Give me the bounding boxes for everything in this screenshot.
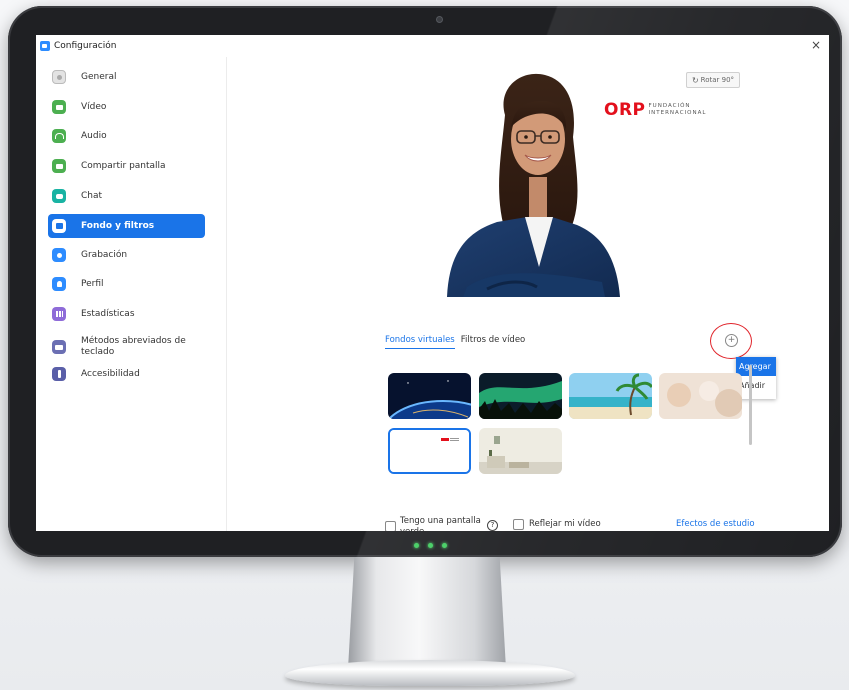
sidebar-item-label: General: [81, 71, 117, 82]
status-leds: [414, 543, 447, 548]
monitor-base: [285, 660, 575, 686]
zoom-app-icon: [40, 41, 50, 51]
webcam-dot: [436, 16, 443, 23]
menu-item-add-video[interactable]: Añadir: [736, 376, 776, 395]
sidebar-item-profile[interactable]: Perfil: [48, 272, 205, 296]
chat-icon: [52, 189, 66, 203]
background-thumb-office[interactable]: [479, 428, 562, 474]
logo-mark: ORP: [604, 100, 646, 120]
sidebar-item-background[interactable]: Fondo y filtros: [48, 214, 205, 238]
sidebar-item-label: Grabación: [81, 249, 128, 260]
mirror-video-checkbox[interactable]: [513, 519, 524, 530]
sidebar-item-label: Perfil: [81, 278, 104, 289]
gear-icon: [52, 70, 66, 84]
sidebar-item-label: Accesibilidad: [81, 368, 140, 379]
orp-logo: ORP FUNDACIÓN INTERNACIONAL: [604, 100, 706, 120]
background-settings-panel: ↻ Rotar 90° ORP FUNDACIÓN INTERNACIONAL …: [227, 57, 829, 531]
stats-icon: [52, 307, 66, 321]
sidebar-item-chat[interactable]: Chat: [48, 184, 205, 208]
add-background-button[interactable]: +: [725, 334, 738, 347]
video-icon: [52, 100, 66, 114]
sidebar-item-video[interactable]: Vídeo: [48, 95, 205, 119]
close-button[interactable]: ×: [811, 38, 821, 52]
settings-sidebar: General Vídeo Audio Compartir pantalla C…: [36, 57, 227, 531]
add-background-menu: Agregar Añadir: [736, 357, 776, 399]
sidebar-item-label: Compartir pantalla: [81, 160, 166, 171]
headphones-icon: [52, 129, 66, 143]
title-bar: Configuración ×: [36, 35, 829, 57]
logo-sub-line-1: FUNDACIÓN: [648, 103, 691, 109]
status-led: [442, 543, 447, 548]
help-icon[interactable]: ?: [487, 520, 498, 531]
sidebar-item-recording[interactable]: Grabación: [48, 243, 205, 267]
background-thumb-beach[interactable]: [569, 373, 652, 419]
sidebar-item-share-screen[interactable]: Compartir pantalla: [48, 154, 205, 178]
profile-icon: [52, 277, 66, 291]
sidebar-item-accessibility[interactable]: Accesibilidad: [48, 362, 205, 386]
sidebar-item-label: Fondo y filtros: [81, 220, 155, 231]
tab-video-filters[interactable]: Filtros de vídeo: [461, 335, 526, 349]
sidebar-item-shortcuts[interactable]: Métodos abreviados de teclado: [48, 334, 205, 360]
sidebar-item-label: Estadísticas: [81, 308, 135, 319]
rotate-label: Rotar 90°: [700, 76, 735, 84]
record-icon: [52, 248, 66, 262]
keyboard-icon: [52, 340, 66, 354]
sidebar-item-label: Vídeo: [81, 101, 107, 112]
green-screen-label: Tengo una pantalla verde: [400, 516, 481, 531]
sidebar-item-audio[interactable]: Audio: [48, 124, 205, 148]
share-screen-icon: [52, 159, 66, 173]
background-thumb-aurora[interactable]: [479, 373, 562, 419]
status-led: [414, 543, 419, 548]
rotate-icon: ↻: [691, 75, 699, 85]
background-thumb-blur[interactable]: [659, 373, 742, 419]
background-tabs: Fondos virtuales Filtros de vídeo: [385, 335, 525, 349]
studio-effects-link[interactable]: Efectos de estudio: [676, 519, 755, 529]
window-title: Configuración: [54, 41, 117, 51]
rotate-button[interactable]: ↻ Rotar 90°: [686, 72, 740, 88]
menu-item-add-image[interactable]: Agregar: [736, 357, 776, 376]
mirror-video-label: Reflejar mi vídeo: [529, 519, 601, 529]
green-screen-checkbox[interactable]: [385, 521, 396, 531]
thumbnails-scrollbar[interactable]: [749, 365, 752, 445]
accessibility-icon: [52, 367, 66, 381]
background-thumb-orp-logo[interactable]: [388, 428, 471, 474]
sidebar-item-general[interactable]: General: [48, 65, 205, 89]
status-led: [428, 543, 433, 548]
monitor-neck: [348, 557, 506, 669]
background-icon: [52, 219, 66, 233]
sidebar-item-label: Chat: [81, 190, 103, 201]
logo-sub-line-2: INTERNACIONAL: [648, 110, 707, 116]
sidebar-item-label: Audio: [81, 130, 107, 141]
sidebar-item-statistics[interactable]: Estadísticas: [48, 302, 205, 326]
sidebar-item-label: Métodos abreviados de teclado: [81, 336, 186, 357]
background-thumb-earth[interactable]: [388, 373, 471, 419]
tab-virtual-backgrounds[interactable]: Fondos virtuales: [385, 335, 455, 349]
logo-subtitle: FUNDACIÓN INTERNACIONAL: [649, 103, 707, 117]
settings-window: Configuración × General Vídeo Audio Comp…: [36, 35, 829, 531]
